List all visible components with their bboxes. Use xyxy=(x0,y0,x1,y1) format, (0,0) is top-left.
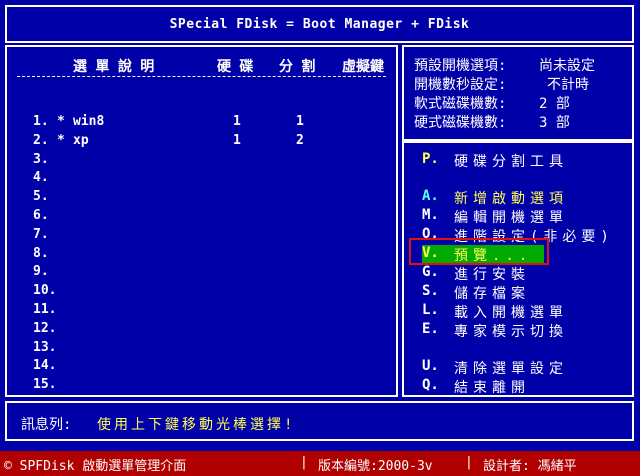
annotation-highlight-box xyxy=(409,238,549,265)
entry-number: 11. xyxy=(33,302,57,317)
entry-disk: 1 xyxy=(233,132,241,148)
boot-entry-row[interactable]: 4. xyxy=(7,170,396,188)
header-description: 選 單 說 明 xyxy=(73,59,155,75)
header-disk: 硬 碟 xyxy=(217,59,254,75)
title-panel: SPecial FDisk = Boot Manager + FDisk xyxy=(5,5,634,43)
menu-item-install[interactable]: G. 進行安裝 xyxy=(422,264,622,283)
message-text: 使用上下鍵移動光棒選擇! xyxy=(97,417,296,433)
entry-number: 5. xyxy=(33,189,49,205)
menu-item-partition-tool[interactable]: P. 硬碟分割工具 xyxy=(422,151,622,170)
message-panel: 訊息列: 使用上下鍵移動光棒選擇! xyxy=(5,401,634,441)
entry-partition: 2 xyxy=(296,132,304,148)
status-author: 設計者: 馮緒平 xyxy=(483,459,577,474)
menu-item-expert-mode[interactable]: E. 專家模示切換 xyxy=(422,321,622,340)
list-header: 選 單 說 明 硬 碟 分 割 虛擬鍵 xyxy=(7,56,396,75)
message-label: 訊息列: xyxy=(21,417,72,433)
menu-item-exit[interactable]: Q. 結束離開 xyxy=(422,377,622,396)
header-partition: 分 割 xyxy=(279,59,316,75)
info-floppy-count-value: 2 部 xyxy=(539,96,570,112)
entry-number: 10. xyxy=(33,283,57,299)
entry-number: 1. xyxy=(33,114,49,129)
info-hdd-count: 硬式磁碟機數: 3 部 xyxy=(414,112,629,131)
info-hdd-count-value: 3 部 xyxy=(539,115,570,131)
entry-number: 8. xyxy=(33,245,49,261)
info-default-boot-value: 尚未設定 xyxy=(539,58,595,74)
boot-entry-row[interactable]: 1. * win8 1 1 xyxy=(7,114,396,132)
entry-number: 4. xyxy=(33,170,49,186)
boot-entry-row[interactable]: 11. xyxy=(7,302,396,320)
system-info-panel: 預設開機選項: 尚未設定 開機數秒設定: 不計時 軟式磁碟機數: 2 部 硬式磁… xyxy=(402,45,634,141)
boot-entry-row[interactable]: 7. xyxy=(7,227,396,245)
entry-mark: * xyxy=(57,132,65,148)
entry-name: xp xyxy=(73,132,89,148)
header-divider xyxy=(17,76,386,77)
info-floppy-count: 軟式磁碟機數: 2 部 xyxy=(414,93,629,112)
entry-number: 13. xyxy=(33,339,57,355)
boot-entry-row[interactable]: 13. xyxy=(7,340,396,358)
menu-item-clear-menu[interactable]: U. 清除選單設定 xyxy=(422,358,622,377)
entry-partition: 1 xyxy=(296,114,304,129)
app-title: SPecial FDisk = Boot Manager + FDisk xyxy=(169,17,470,32)
entry-name: win8 xyxy=(73,114,105,129)
entry-mark: * xyxy=(57,114,65,129)
boot-entry-row[interactable]: 9. xyxy=(7,264,396,282)
boot-entry-row[interactable]: 14. xyxy=(7,358,396,376)
entry-disk: 1 xyxy=(233,114,241,129)
entry-number: 15. xyxy=(33,377,57,393)
entry-number: 6. xyxy=(33,208,49,223)
entry-number: 3. xyxy=(33,151,49,167)
header-hotkey: 虛擬鍵 xyxy=(342,59,384,75)
status-separator-1: | xyxy=(300,455,308,470)
status-version: 版本編號:2000-3v xyxy=(318,459,433,474)
boot-entry-row[interactable]: 12. xyxy=(7,321,396,339)
boot-entry-row[interactable]: 15. xyxy=(7,377,396,395)
entry-number: 9. xyxy=(33,264,49,280)
menu-item-edit-menu[interactable]: M. 編輯開機選單 xyxy=(422,207,622,226)
boot-entry-row[interactable]: 8. xyxy=(7,246,396,264)
menu-item-load-menu[interactable]: L. 載入開機選單 xyxy=(422,302,622,321)
entry-number: 7. xyxy=(33,226,49,242)
info-default-boot: 預設開機選項: 尚未設定 xyxy=(414,55,629,74)
info-timeout-value: 不計時 xyxy=(547,77,589,93)
entry-number: 14. xyxy=(33,358,57,374)
info-timeout: 開機數秒設定: 不計時 xyxy=(414,74,629,93)
boot-entry-row[interactable]: 5. xyxy=(7,189,396,207)
menu-item-add-entry[interactable]: A. 新增啟動選項 xyxy=(422,188,622,207)
boot-entry-row[interactable]: 6. xyxy=(7,208,396,226)
boot-entry-row[interactable]: 3. xyxy=(7,152,396,170)
menu-item-save-file[interactable]: S. 儲存檔案 xyxy=(422,283,622,302)
entry-number: 2. xyxy=(33,132,49,148)
boot-entry-row[interactable]: 10. xyxy=(7,283,396,301)
status-app-name: © SPFDisk 啟動選單管理介面 xyxy=(4,459,187,474)
boot-entry-row[interactable]: 2. * xp 1 2 xyxy=(7,133,396,151)
boot-entry-list-panel: 選 單 說 明 硬 碟 分 割 虛擬鍵 1. * win8 1 1 2. * xp 1 2 3. 4.… xyxy=(5,45,398,397)
status-separator-2: | xyxy=(465,455,473,470)
entry-number: 12. xyxy=(33,320,57,336)
status-bar: © SPFDisk 啟動選單管理介面 | 版本編號:2000-3v | 設計者:… xyxy=(0,451,640,476)
command-menu-panel: P. 硬碟分割工具 A. 新增啟動選項 M. 編輯開機選單 O. 進階設定(非必… xyxy=(402,141,634,397)
